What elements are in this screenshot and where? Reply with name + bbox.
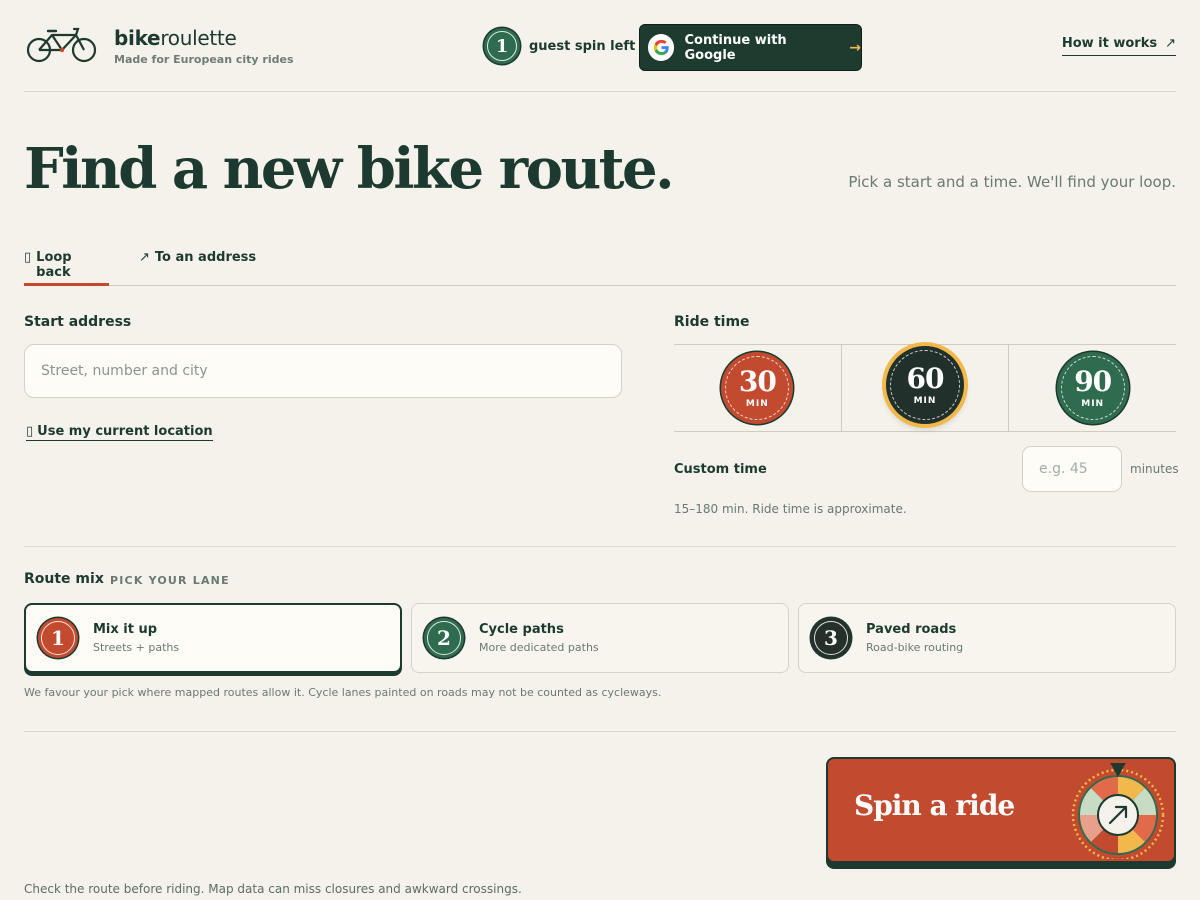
option-number-badge: 3: [811, 618, 851, 658]
arrow-up-right-icon: ↗: [139, 250, 150, 265]
brand[interactable]: bikeroulette Made for European city ride…: [114, 26, 294, 66]
how-it-works-label: How it works: [1061, 36, 1158, 51]
ride-time-label: Ride time: [674, 314, 750, 330]
minutes-unit: minutes: [1130, 462, 1179, 476]
external-arrow-icon: ↗: [1165, 36, 1176, 51]
spin-a-ride-button[interactable]: Spin a ride: [826, 757, 1176, 863]
option-description: More dedicated paths: [479, 641, 599, 654]
route-type-tabs: ▯ Loop back ↗ To an address: [24, 238, 1176, 286]
tab-to-an-address[interactable]: ↗ To an address: [139, 250, 256, 286]
arrow-right-icon: →: [849, 39, 861, 56]
divider: [24, 546, 1176, 547]
use-current-location-link[interactable]: ▯ Use my current location: [26, 424, 213, 441]
route-mix-option-cycle-paths[interactable]: 2 Cycle paths More dedicated paths: [411, 603, 789, 673]
ride-time-badge-selected: 60 MIN: [886, 346, 964, 424]
page-subtitle: Pick a start and a time. We'll find your…: [848, 173, 1176, 191]
option-name: Mix it up: [93, 622, 158, 637]
how-it-works-link[interactable]: How it works ↗: [1061, 36, 1176, 56]
roulette-wheel-icon: [1071, 763, 1165, 859]
brand-tagline: Made for European city rides: [114, 53, 294, 66]
start-address-label: Start address: [24, 314, 132, 330]
footer-disclaimer: Check the route before riding. Map data …: [24, 882, 522, 896]
ride-time-option-60[interactable]: 60 MIN: [842, 345, 1010, 431]
site-header: bikeroulette Made for European city ride…: [24, 0, 1176, 92]
option-description: Streets + paths: [93, 641, 180, 654]
option-name: Cycle paths: [479, 622, 564, 637]
google-button-label: Continue with Google: [684, 32, 787, 63]
custom-time-input[interactable]: [1022, 446, 1122, 492]
use-current-location-label: Use my current location: [37, 424, 213, 439]
option-description: Road-bike routing: [866, 641, 964, 654]
option-name: Paved roads: [866, 622, 957, 637]
ride-time-option-90[interactable]: 90 MIN: [1009, 345, 1176, 431]
page-title: Find a new bike route.: [24, 136, 675, 202]
ride-time-badge: 30 MIN: [721, 352, 794, 424]
google-icon: [648, 34, 675, 61]
route-mix-title: Route mix: [24, 571, 104, 587]
guest-count-badge: 1: [484, 28, 520, 64]
bike-logo-icon: [26, 27, 97, 63]
route-mix-option-mix-it-up[interactable]: 1 Mix it up Streets + paths: [24, 603, 402, 673]
ride-time-option-30[interactable]: 30 MIN: [674, 345, 842, 431]
route-mix-subtitle: PICK YOUR LANE: [110, 574, 230, 587]
tab-label: Loop back: [36, 250, 72, 280]
brand-name: bikeroulette: [114, 26, 237, 50]
ride-time-options: 30 MIN 60 MIN 90 MIN: [674, 344, 1176, 432]
divider: [24, 731, 1176, 732]
spin-button-label: Spin a ride: [854, 789, 1015, 822]
loop-icon: ▯: [24, 250, 32, 265]
custom-time-label: Custom time: [674, 462, 767, 477]
ride-time-note: 15–180 min. Ride time is approximate.: [674, 502, 907, 516]
start-address-input[interactable]: [24, 344, 622, 398]
route-mix-option-paved-roads[interactable]: 3 Paved roads Road-bike routing: [798, 603, 1176, 673]
tab-label: To an address: [154, 250, 257, 265]
continue-with-google-button[interactable]: Continue with Google →: [639, 24, 862, 71]
guest-spins-text: guest spin left: [529, 38, 636, 54]
guest-spins-indicator: 1 guest spin left: [484, 28, 635, 64]
option-number-badge: 2: [424, 618, 464, 658]
tab-loop-back[interactable]: ▯ Loop back: [24, 250, 109, 286]
route-mix-note: We favour your pick where mapped routes …: [24, 686, 662, 699]
ride-time-badge: 90 MIN: [1056, 352, 1129, 424]
location-icon: ▯: [26, 424, 34, 439]
option-number-badge: 1: [38, 618, 78, 658]
